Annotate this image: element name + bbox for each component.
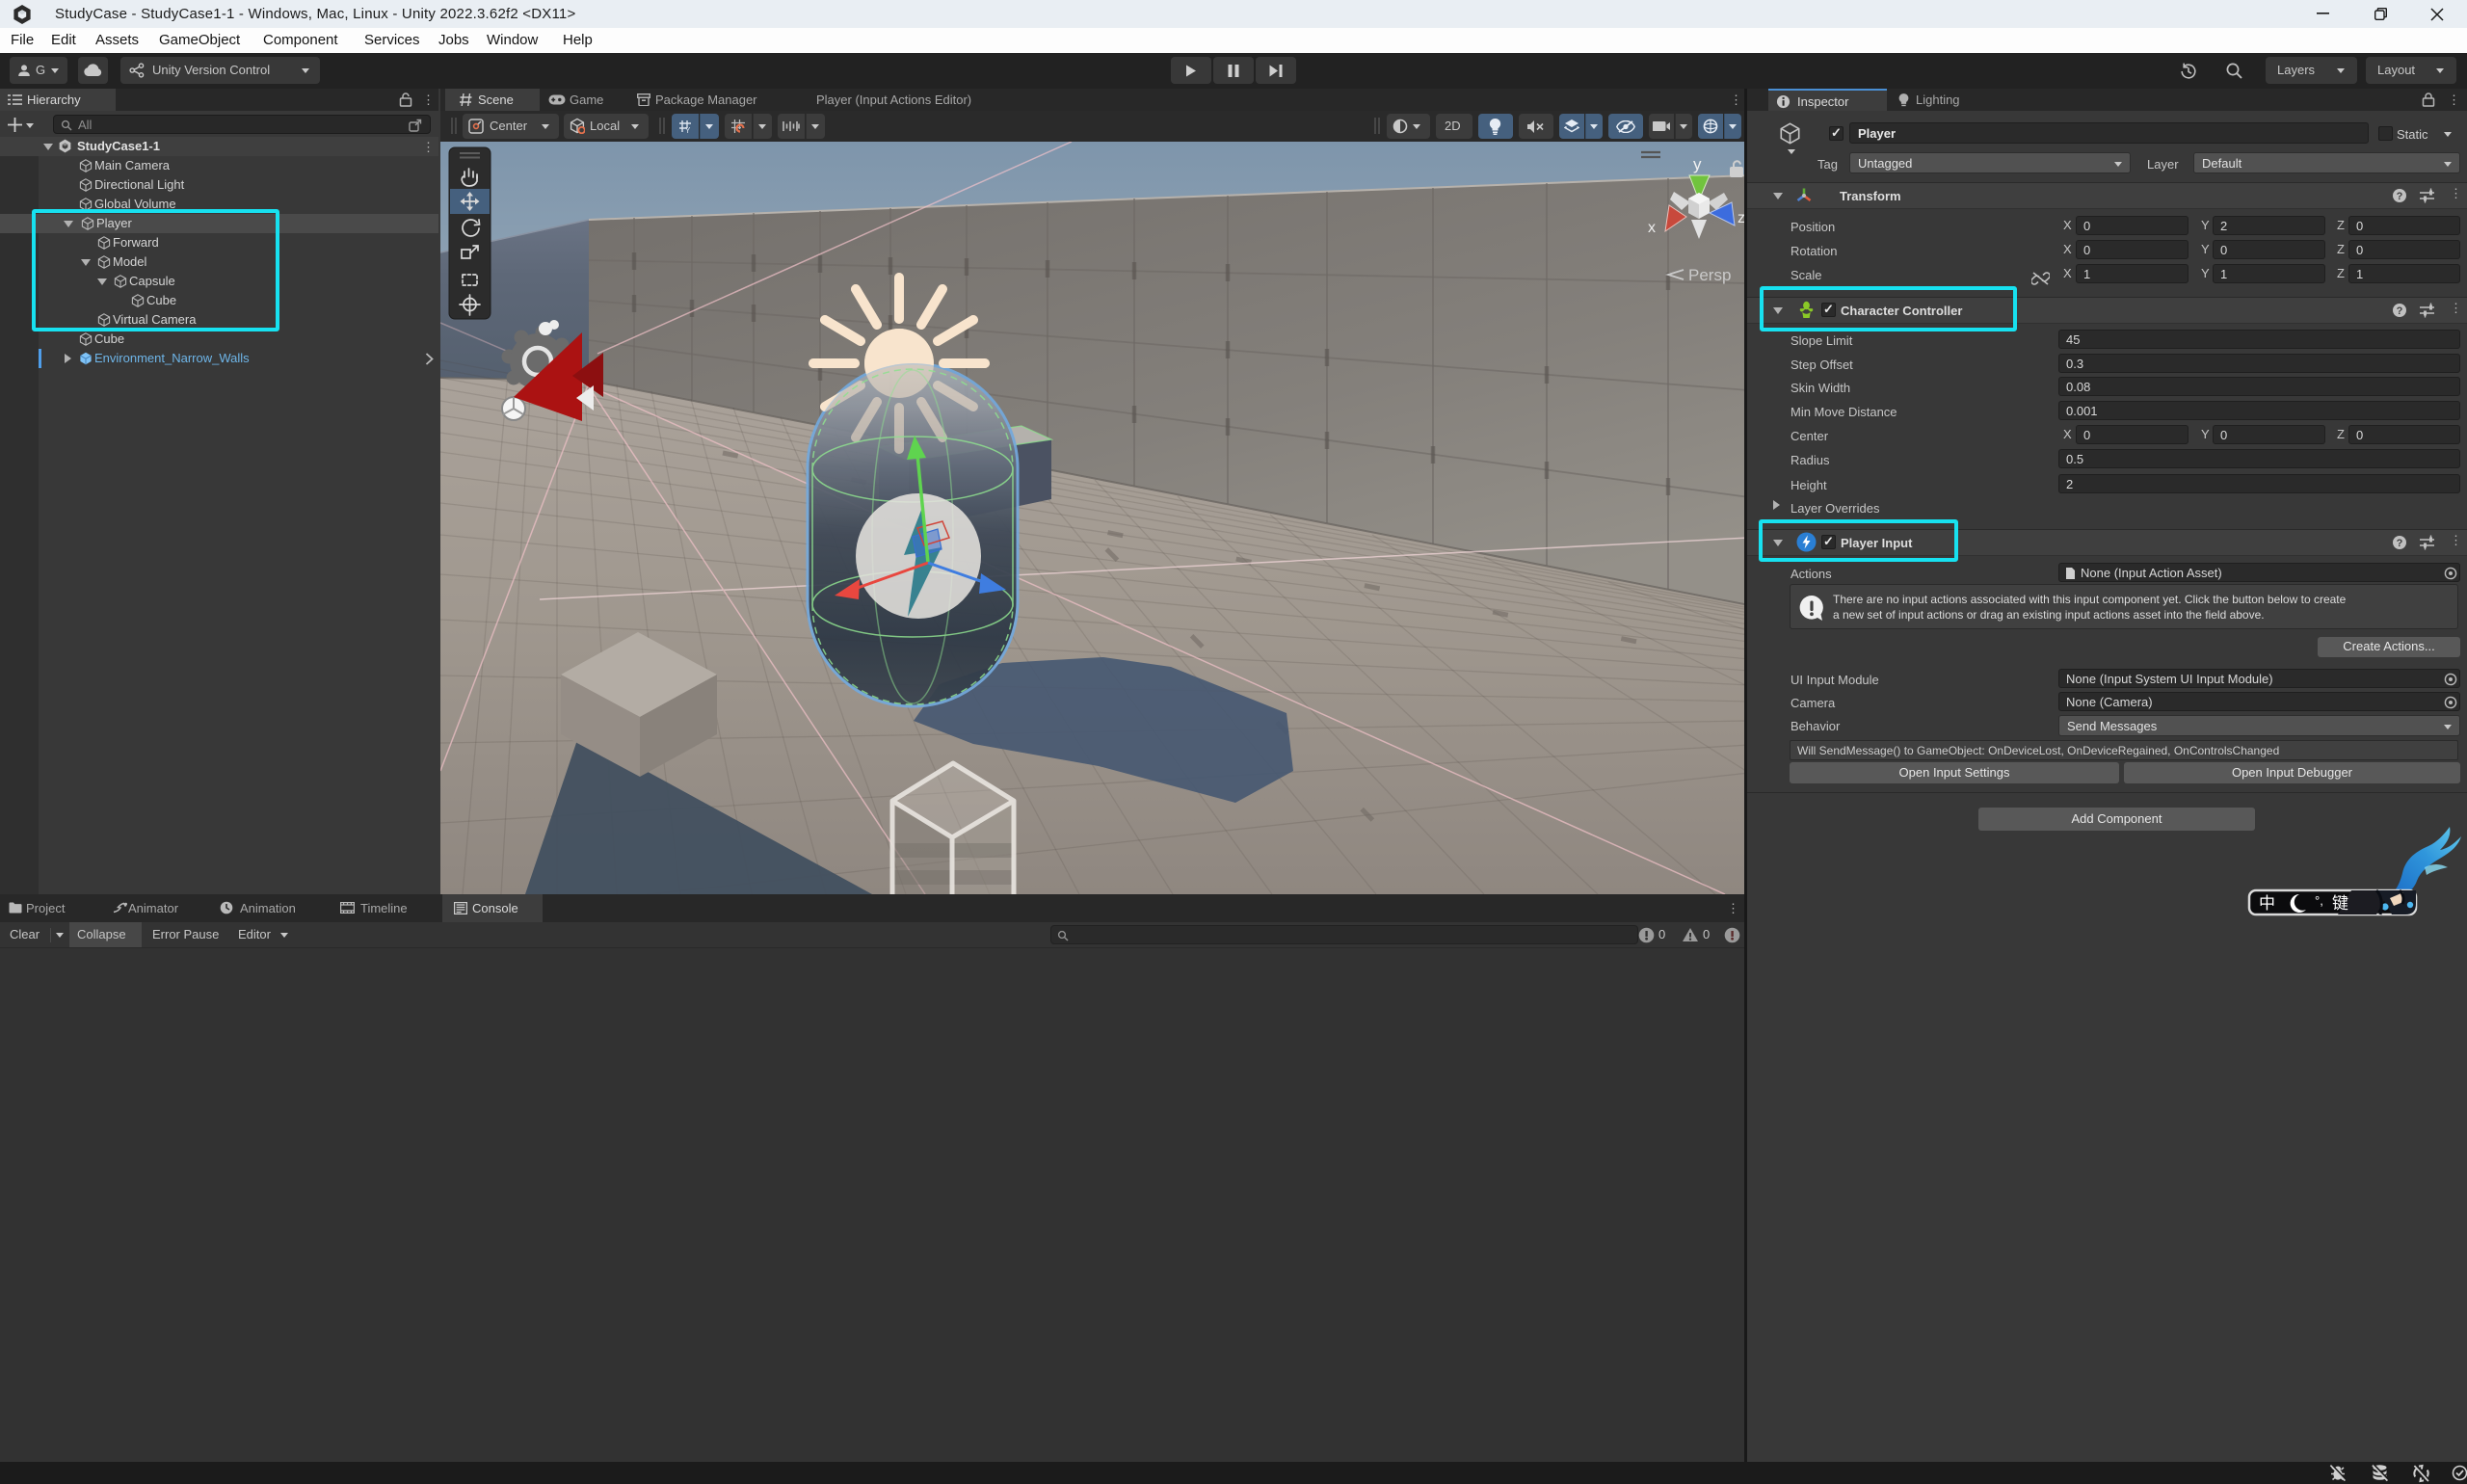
svg-text:键: 键 — [2332, 894, 2348, 913]
svg-text:x: x — [1648, 220, 1656, 236]
svg-text:Y: Y — [685, 126, 691, 134]
svg-text:中: 中 — [2259, 894, 2275, 913]
svg-text:z: z — [1738, 210, 1744, 226]
svg-text:?: ? — [2397, 538, 2403, 549]
svg-text:°,: °, — [2315, 893, 2323, 908]
svg-text:Persp: Persp — [1688, 266, 1731, 284]
svg-text:?: ? — [2397, 191, 2403, 202]
svg-text:y: y — [1693, 155, 1702, 173]
svg-text:?: ? — [2397, 305, 2403, 317]
